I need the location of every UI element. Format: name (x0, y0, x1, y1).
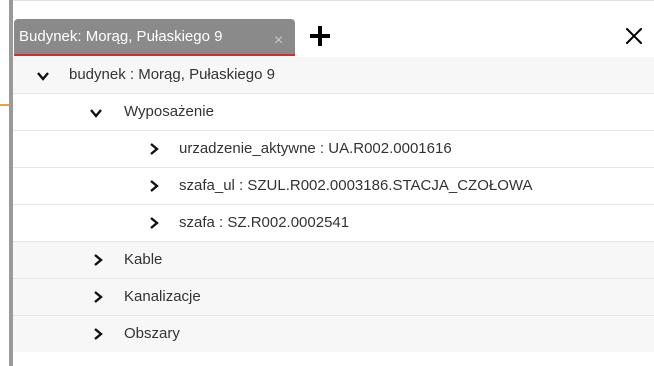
tree-node-label: Wyposażenie (124, 103, 214, 120)
chevron-right-icon[interactable] (91, 253, 105, 267)
tree-node-building[interactable]: budynek : Morąg, Pułaskiego 9 (13, 57, 654, 94)
tree-node-cabinet[interactable]: szafa : SZ.R002.0002541 (13, 205, 654, 242)
chevron-down-icon[interactable] (36, 69, 50, 83)
tree-node-cables[interactable]: Kable (13, 242, 654, 279)
chevron-right-icon[interactable] (147, 142, 161, 156)
tab-label: Budynek: Morąg, Pułaskiego 9 (19, 28, 223, 45)
tree-node-label: budynek : Morąg, Pułaskiego 9 (69, 66, 275, 83)
plus-icon[interactable] (308, 24, 332, 48)
tree-node-label: szafa_ul : SZUL.R002.0003186.STACJA_CZOŁ… (179, 177, 533, 194)
close-icon[interactable] (624, 26, 644, 46)
tree-node-label: Obszary (124, 325, 180, 342)
tab-bar: Budynek: Morąg, Pułaskiego 9 × (13, 2, 654, 56)
chevron-down-icon[interactable] (89, 106, 103, 120)
chevron-right-icon[interactable] (91, 290, 105, 304)
orange-edge-mark (0, 104, 9, 106)
chevron-right-icon[interactable] (147, 179, 161, 193)
tree-view: budynek : Morąg, Pułaskiego 9 Wyposażeni… (13, 57, 654, 352)
tree-node-label: Kable (124, 251, 163, 268)
tree-node-label: szafa : SZ.R002.0002541 (179, 214, 350, 231)
tree-node-label: Kanalizacje (124, 288, 201, 305)
tree-node-outdoor-cabinet[interactable]: szafa_ul : SZUL.R002.0003186.STACJA_CZOŁ… (13, 168, 654, 205)
tree-node-label: urzadzenie_aktywne : UA.R002.0001616 (179, 140, 452, 157)
tab-building[interactable]: Budynek: Morąg, Pułaskiego 9 × (14, 19, 295, 56)
top-divider (13, 0, 654, 1)
tree-node-active-device[interactable]: urzadzenie_aktywne : UA.R002.0001616 (13, 131, 654, 168)
chevron-right-icon[interactable] (147, 216, 161, 230)
tree-node-ducts[interactable]: Kanalizacje (13, 279, 654, 316)
tree-node-equipment[interactable]: Wyposażenie (13, 94, 654, 131)
chevron-right-icon[interactable] (91, 327, 105, 341)
tree-node-areas[interactable]: Obszary (13, 316, 654, 352)
tab-close-icon[interactable]: × (274, 33, 286, 49)
tab-active-underline (14, 54, 295, 56)
